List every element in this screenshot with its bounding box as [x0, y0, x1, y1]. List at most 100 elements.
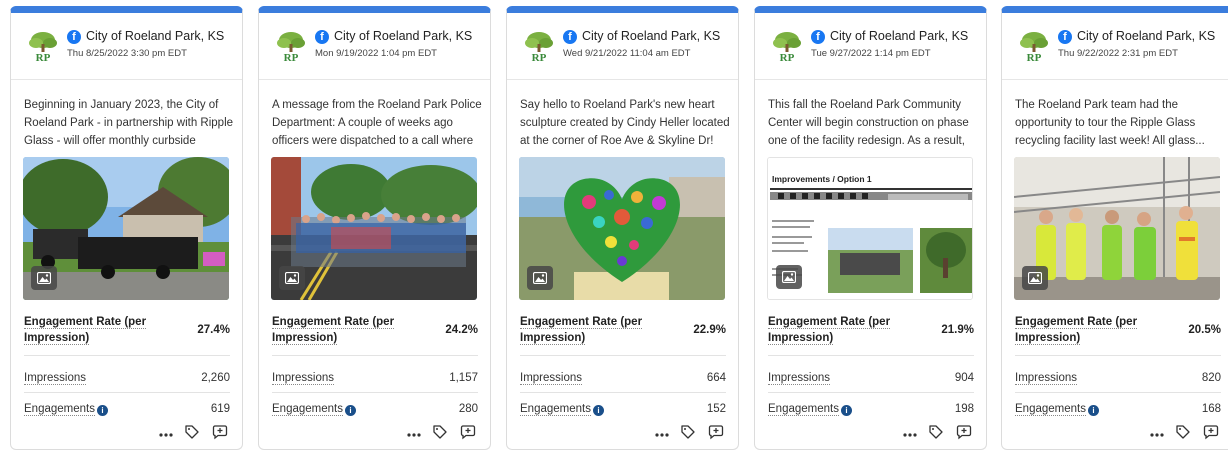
info-icon[interactable]: i [841, 405, 852, 416]
more-icon[interactable] [406, 427, 422, 443]
post-card[interactable]: RP f City of Roeland Park, KS Thu 8/25/2… [10, 6, 243, 450]
svg-text:RP: RP [532, 52, 547, 62]
svg-text:RP: RP [36, 52, 51, 62]
page-name[interactable]: City of Roeland Park, KS [334, 29, 472, 43]
comment-icon[interactable] [1203, 424, 1219, 440]
post-card[interactable]: RP f City of Roeland Park, KS Mon 9/19/2… [258, 6, 491, 450]
post-header: RP f City of Roeland Park, KS Thu 8/25/2… [11, 13, 242, 80]
tag-icon[interactable] [680, 424, 696, 440]
more-icon[interactable] [158, 427, 174, 443]
engagement-rate-row: Engagement Rate (per Impression) 21.9% [768, 314, 974, 356]
impressions-value: 664 [706, 372, 726, 384]
post-card[interactable]: RP f City of Roeland Park, KS Wed 9/21/2… [506, 6, 739, 450]
facebook-icon: f [563, 30, 577, 44]
post-text: Say hello to Roeland Park's new heart sc… [520, 99, 730, 147]
engagement-rate-label[interactable]: Engagement Rate (per Impression) [272, 314, 402, 346]
impressions-row: Impressions 1,157 [272, 367, 478, 393]
impressions-row: Impressions 2,260 [24, 367, 230, 393]
info-icon[interactable]: i [97, 405, 108, 416]
roeland-park-logo: RP [29, 32, 57, 62]
post-header: RP f City of Roeland Park, KS Thu 9/22/2… [1002, 13, 1228, 80]
engagement-rate-row: Engagement Rate (per Impression) 20.5% [1015, 314, 1221, 356]
engagements-value: 619 [210, 403, 230, 415]
svg-text:RP: RP [1027, 52, 1042, 62]
comment-icon[interactable] [460, 424, 476, 440]
roeland-park-logo: RP [525, 32, 553, 62]
impressions-value: 820 [1201, 372, 1221, 384]
comment-icon[interactable] [212, 424, 228, 440]
roeland-park-logo: RP [277, 32, 305, 62]
engagements-row: Engagements i 198 [768, 398, 974, 424]
roeland-park-logo: RP [773, 32, 801, 62]
post-image[interactable] [271, 157, 477, 300]
post-header: RP f City of Roeland Park, KS Wed 9/21/2… [507, 13, 738, 80]
post-image[interactable] [23, 157, 229, 300]
tag-icon[interactable] [432, 424, 448, 440]
engagement-rate-label[interactable]: Engagement Rate (per Impression) [24, 314, 154, 346]
info-icon[interactable]: i [1088, 405, 1099, 416]
engagements-label[interactable]: Engagements [768, 403, 839, 416]
facebook-icon: f [67, 30, 81, 44]
engagements-row: Engagements i 280 [272, 398, 478, 424]
page-name[interactable]: City of Roeland Park, KS [830, 29, 968, 43]
image-icon [1022, 266, 1048, 290]
impressions-value: 2,260 [201, 372, 230, 384]
post-image[interactable] [519, 157, 725, 300]
post-image[interactable]: Improvements / Option 1 [767, 157, 973, 300]
impressions-label[interactable]: Impressions [24, 372, 86, 385]
engagement-rate-label[interactable]: Engagement Rate (per Impression) [1015, 314, 1145, 346]
engagement-rate-label[interactable]: Engagement Rate (per Impression) [768, 314, 898, 346]
engagement-rate-value: 21.9% [941, 324, 974, 336]
page-name[interactable]: City of Roeland Park, KS [1077, 29, 1215, 43]
post-card[interactable]: RP f City of Roeland Park, KS Thu 9/22/2… [1001, 6, 1228, 450]
comment-icon[interactable] [956, 424, 972, 440]
page-name[interactable]: City of Roeland Park, KS [582, 29, 720, 43]
post-text: A message from the Roeland Park Police D… [272, 99, 482, 147]
engagements-value: 168 [1201, 403, 1221, 415]
post-image[interactable] [1014, 157, 1220, 300]
post-card[interactable]: RP f City of Roeland Park, KS Tue 9/27/2… [754, 6, 987, 450]
impressions-label[interactable]: Impressions [1015, 372, 1077, 385]
tag-icon[interactable] [184, 424, 200, 440]
engagement-rate-row: Engagement Rate (per Impression) 22.9% [520, 314, 726, 356]
engagements-row: Engagements i 168 [1015, 398, 1221, 424]
impressions-value: 904 [954, 372, 974, 384]
post-header: RP f City of Roeland Park, KS Tue 9/27/2… [755, 13, 986, 80]
impressions-label[interactable]: Impressions [768, 372, 830, 385]
impressions-row: Impressions 820 [1015, 367, 1221, 393]
page-name[interactable]: City of Roeland Park, KS [86, 29, 224, 43]
tag-icon[interactable] [1175, 424, 1191, 440]
engagement-rate-row: Engagement Rate (per Impression) 27.4% [24, 314, 230, 356]
post-text: This fall the Roeland Park Community Cen… [768, 99, 969, 147]
svg-text:RP: RP [780, 52, 795, 62]
engagements-value: 198 [954, 403, 974, 415]
engagements-label[interactable]: Engagements [520, 403, 591, 416]
info-icon[interactable]: i [345, 405, 356, 416]
engagements-label[interactable]: Engagements [272, 403, 343, 416]
comment-icon[interactable] [708, 424, 724, 440]
engagement-rate-value: 24.2% [445, 324, 478, 336]
post-header: RP f City of Roeland Park, KS Mon 9/19/2… [259, 13, 490, 80]
impressions-label[interactable]: Impressions [520, 372, 582, 385]
more-icon[interactable] [1149, 427, 1165, 443]
facebook-icon: f [1058, 30, 1072, 44]
engagements-row: Engagements i 619 [24, 398, 230, 424]
info-icon[interactable]: i [593, 405, 604, 416]
post-date: Mon 9/19/2022 1:04 pm EDT [315, 48, 437, 59]
post-cards-row: RP f City of Roeland Park, KS Thu 8/25/2… [0, 0, 1228, 450]
engagements-label[interactable]: Engagements [1015, 403, 1086, 416]
post-date: Wed 9/21/2022 11:04 am EDT [563, 48, 691, 59]
image-icon [527, 266, 553, 290]
svg-text:RP: RP [284, 52, 299, 62]
impressions-label[interactable]: Impressions [272, 372, 334, 385]
more-icon[interactable] [654, 427, 670, 443]
engagements-label[interactable]: Engagements [24, 403, 95, 416]
more-icon[interactable] [902, 427, 918, 443]
engagement-rate-value: 27.4% [197, 324, 230, 336]
engagement-rate-label[interactable]: Engagement Rate (per Impression) [520, 314, 650, 346]
engagement-rate-value: 20.5% [1188, 324, 1221, 336]
post-date: Thu 8/25/2022 3:30 pm EDT [67, 48, 187, 59]
tag-icon[interactable] [928, 424, 944, 440]
impressions-value: 1,157 [449, 372, 478, 384]
impressions-row: Impressions 904 [768, 367, 974, 393]
